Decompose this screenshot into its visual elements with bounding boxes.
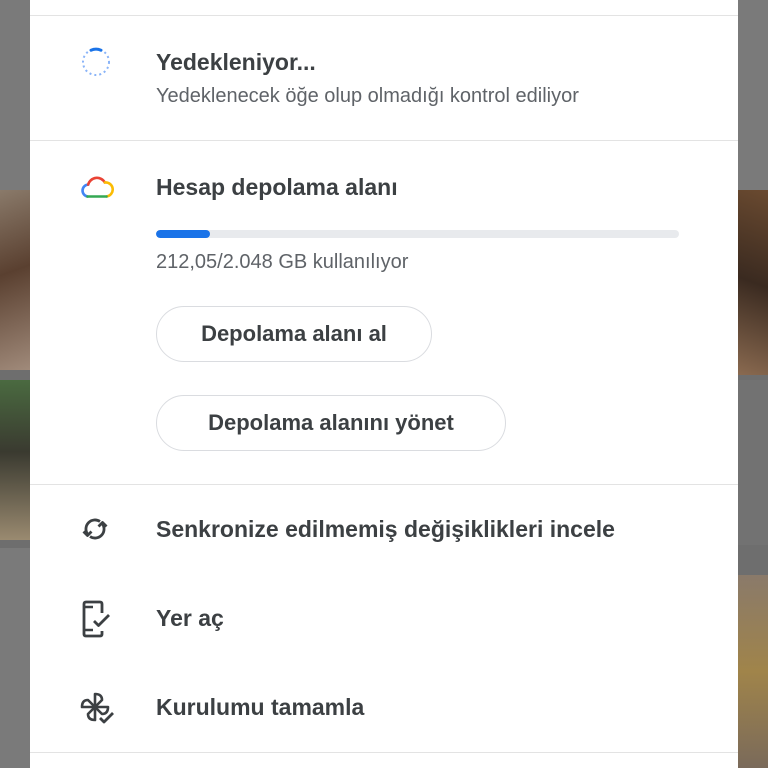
account-menu-sheet: Yedekleniyor... Yedeklenecek öğe olup ol… bbox=[30, 0, 738, 768]
get-storage-button[interactable]: Depolama alanı al bbox=[156, 306, 432, 362]
divider bbox=[30, 484, 738, 485]
storage-progress-bar bbox=[156, 230, 679, 238]
storage-usage-text: 212,05/2.048 GB kullanılıyor bbox=[156, 251, 409, 273]
background-photo bbox=[0, 380, 30, 540]
divider bbox=[30, 15, 738, 16]
manage-storage-button[interactable]: Depolama alanını yönet bbox=[156, 395, 506, 451]
background-tile bbox=[738, 0, 768, 190]
background-photo bbox=[738, 190, 768, 375]
sync-icon bbox=[82, 518, 108, 540]
background-list bbox=[0, 548, 30, 768]
menu-item-label: Kurulumu tamamla bbox=[156, 694, 365, 720]
phone-check-icon bbox=[82, 600, 110, 638]
background-photo bbox=[738, 575, 768, 768]
backup-subtitle: Yedeklenecek öğe olup olmadığı kontrol e… bbox=[156, 85, 579, 107]
menu-item-label: Yer aç bbox=[156, 605, 224, 631]
backup-title: Yedekleniyor... bbox=[156, 49, 316, 75]
storage-title: Hesap depolama alanı bbox=[156, 174, 398, 200]
divider bbox=[30, 140, 738, 141]
menu-item-label: Senkronize edilmemiş değişiklikleri ince… bbox=[156, 516, 615, 542]
storage-progress-fill bbox=[156, 230, 211, 238]
pinwheel-check-icon bbox=[80, 692, 114, 724]
background-tile bbox=[0, 0, 30, 190]
background-photo bbox=[0, 190, 30, 370]
divider bbox=[30, 752, 738, 753]
manage-storage-label: Depolama alanını yönet bbox=[208, 410, 454, 435]
cloud-icon bbox=[81, 176, 114, 198]
get-storage-label: Depolama alanı al bbox=[201, 321, 387, 346]
progress-spinner-icon bbox=[82, 47, 110, 76]
background-tile bbox=[738, 380, 768, 545]
